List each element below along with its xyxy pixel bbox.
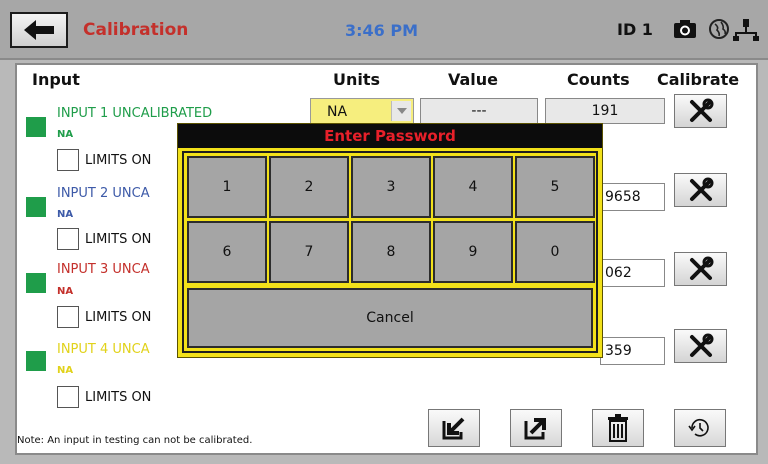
input-1-limits-label: LIMITS ON <box>85 153 152 168</box>
input-2-status-led <box>26 197 46 217</box>
input-2-unit: NA <box>57 209 74 220</box>
input-1-counts: 191 <box>545 98 665 124</box>
globe-icon[interactable] <box>708 18 730 40</box>
input-2-limits-label: LIMITS ON <box>85 232 152 247</box>
column-header-input: Input <box>32 70 80 89</box>
password-dialog: Enter Password 1 2 3 4 5 6 7 8 9 0 Cance… <box>177 123 603 358</box>
dialog-title: Enter Password <box>178 124 602 148</box>
input-4-name[interactable]: INPUT 4 UNCA <box>57 342 150 357</box>
key-6[interactable]: 6 <box>187 221 267 283</box>
key-5[interactable]: 5 <box>515 156 595 218</box>
calibration-note: Note: An input in testing can not be cal… <box>17 435 253 446</box>
input-1-limits-checkbox[interactable] <box>57 149 79 171</box>
input-2-name[interactable]: INPUT 2 UNCA <box>57 186 150 201</box>
input-3-name[interactable]: INPUT 3 UNCA <box>57 262 150 277</box>
import-icon <box>442 417 465 440</box>
clock-time: 3:46 PM <box>345 21 419 40</box>
export-button[interactable] <box>510 409 562 447</box>
back-button[interactable] <box>10 12 68 48</box>
column-header-units: Units <box>333 70 381 89</box>
input-3-counts: 062 <box>600 259 665 287</box>
calibrate-input-1-button[interactable] <box>674 94 727 128</box>
input-2-limits-checkbox[interactable] <box>57 228 79 250</box>
wrench-screwdriver-icon <box>689 333 713 357</box>
wrench-screwdriver-icon <box>689 256 713 280</box>
input-1-status-led <box>26 117 46 137</box>
camera-icon[interactable] <box>673 18 697 40</box>
history-button[interactable] <box>674 409 726 447</box>
input-1-units-select[interactable]: NA <box>310 98 414 124</box>
page-title: Calibration <box>83 20 189 40</box>
header-bar: Calibration 3:46 PM ID 1 <box>0 0 768 60</box>
input-4-counts: 359 <box>600 337 665 365</box>
input-1-units-value: NA <box>327 104 348 120</box>
key-0[interactable]: 0 <box>515 221 595 283</box>
history-icon <box>688 418 709 437</box>
input-3-limits-label: LIMITS ON <box>85 310 152 325</box>
key-4[interactable]: 4 <box>433 156 513 218</box>
column-header-calibrate: Calibrate <box>657 70 740 89</box>
input-4-limits-label: LIMITS ON <box>85 390 152 405</box>
export-icon <box>524 418 546 440</box>
cancel-button[interactable]: Cancel <box>187 288 593 348</box>
device-id: ID 1 <box>617 20 653 39</box>
key-8[interactable]: 8 <box>351 221 431 283</box>
import-button[interactable] <box>428 409 480 447</box>
calibrate-input-3-button[interactable] <box>674 252 727 286</box>
input-3-limits-checkbox[interactable] <box>57 306 79 328</box>
wrench-screwdriver-icon <box>689 98 713 122</box>
delete-button[interactable] <box>592 409 644 447</box>
keypad: 1 2 3 4 5 6 7 8 9 0 Cancel <box>182 151 598 353</box>
input-4-limits-checkbox[interactable] <box>57 386 79 408</box>
input-1-value: --- <box>420 98 538 124</box>
column-header-value: Value <box>448 70 499 89</box>
calibrate-input-4-button[interactable] <box>674 329 727 363</box>
chevron-down-icon <box>391 101 411 121</box>
key-7[interactable]: 7 <box>269 221 349 283</box>
input-3-status-led <box>26 273 46 293</box>
key-3[interactable]: 3 <box>351 156 431 218</box>
calibrate-input-2-button[interactable] <box>674 173 727 207</box>
key-9[interactable]: 9 <box>433 221 513 283</box>
key-2[interactable]: 2 <box>269 156 349 218</box>
input-1-name[interactable]: INPUT 1 UNCALIBRATED <box>57 106 212 121</box>
input-2-counts: 9658 <box>600 183 665 211</box>
key-1[interactable]: 1 <box>187 156 267 218</box>
column-header-counts: Counts <box>567 70 630 89</box>
arrow-left-icon <box>24 20 54 40</box>
input-1-unit: NA <box>57 129 74 140</box>
input-4-status-led <box>26 351 46 371</box>
network-icon[interactable] <box>733 18 759 42</box>
trash-icon <box>608 414 628 442</box>
wrench-screwdriver-icon <box>689 177 713 201</box>
input-3-unit: NA <box>57 286 74 297</box>
input-4-unit: NA <box>57 365 74 376</box>
